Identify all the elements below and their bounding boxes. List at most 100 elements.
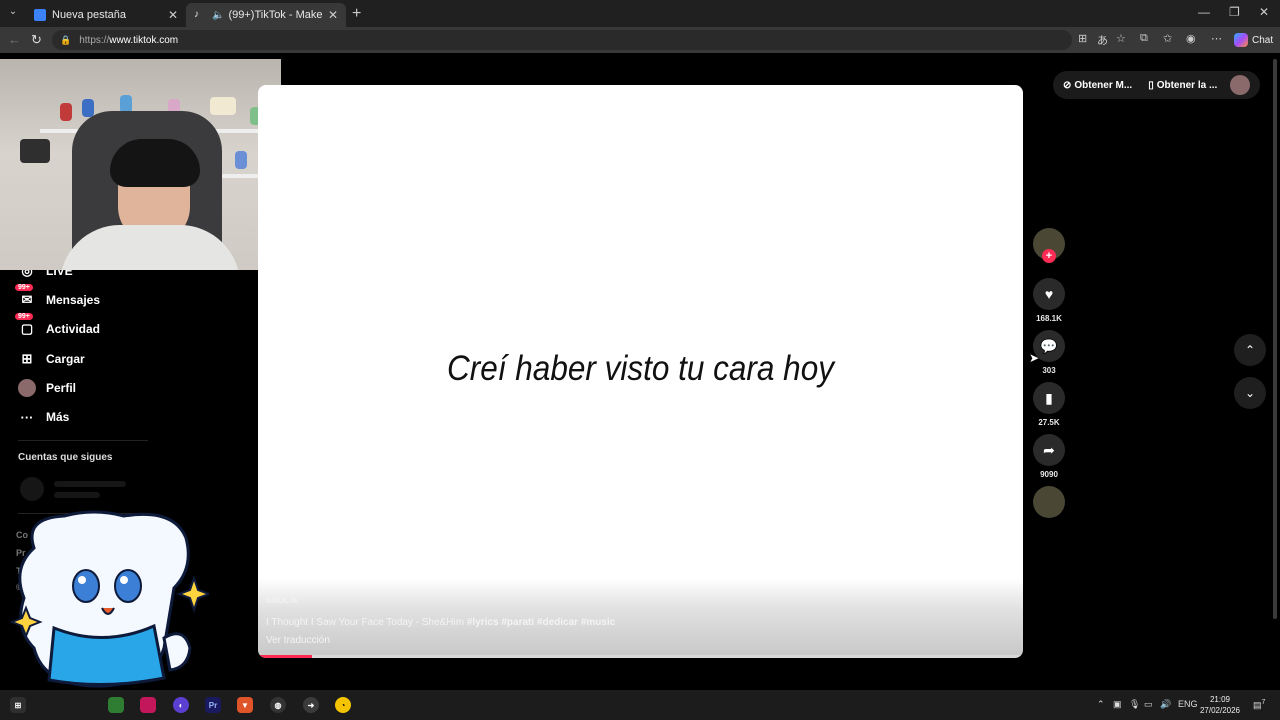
user-avatar[interactable] [1230,75,1250,95]
next-video-button[interactable]: ⌄ [1234,377,1266,409]
app-icon[interactable]: ➜ [303,697,319,713]
tab-tiktok[interactable]: ♪ 🔈 (99+)TikTok - Make Your Day ✕ [186,3,346,27]
following-skeleton-line [54,492,100,498]
activity-badge: 99+ [15,313,33,320]
browser-tab-strip: ⌄ Nueva pestaña ✕ ♪ 🔈 (99+)TikTok - Make… [0,0,1280,27]
clock[interactable]: 21:09 27/02/2026 [1198,694,1242,716]
brave-icon[interactable]: ▼ [237,697,253,713]
new-tab-button[interactable]: + [352,5,361,23]
sidebar-item-upload[interactable]: ⊞ Cargar [18,350,85,368]
phone-icon: ▯ [1148,79,1154,91]
messages-badge: 99+ [15,284,33,291]
translate-link[interactable]: Ver traducción [266,635,330,646]
sidebar-item-messages[interactable]: ✉ 99+ Mensajes [15,284,100,309]
video-player[interactable]: Creí haber visto tu cara hoy ɢᴏᴜʟ.ɴ I Th… [258,85,1023,658]
music-disc-icon [1033,486,1065,518]
url-host: www.tiktok.com [109,34,179,46]
sidebar-item-label: Cargar [46,352,85,366]
music-disc-button[interactable] [1033,486,1065,518]
clock-time: 21:09 [1209,695,1231,704]
page-scrollbar[interactable] [1273,59,1277,619]
discord-icon[interactable]: ◐ [173,697,189,713]
speaker-icon[interactable]: 🔈 [212,10,224,21]
streamer-webcam-overlay [0,59,281,270]
following-heading: Cuentas que sigues [18,452,113,463]
clock-date: 27/02/2026 [1199,706,1241,715]
following-skeleton-line [54,481,126,487]
video-progress-bar[interactable] [258,655,1023,658]
comment-count: 303 [1042,366,1056,375]
reload-icon[interactable]: ↻ [31,32,42,48]
mascot-overlay [9,510,209,688]
video-progress-fill [258,655,312,658]
figure [60,103,72,121]
save-button[interactable]: ▮ 27.5K [1033,382,1065,427]
minimize-icon[interactable]: — [1198,5,1210,19]
language-indicator[interactable]: ENG [1178,699,1198,709]
tray-app-icon[interactable]: ▣ [1113,699,1122,710]
notifications-icon[interactable]: ▤7 [1253,699,1265,711]
copilot-icon [1234,33,1248,47]
address-bar-row: ← ↻ 🔒 https:// www.tiktok.com ⊞ あ ☆ ⧉ ✩ … [0,27,1280,53]
like-button[interactable]: ♥ 168.1K [1033,278,1065,323]
save-count: 27.5K [1038,418,1060,427]
obs-icon[interactable]: ◍ [270,697,286,713]
close-tab-icon[interactable]: ✕ [168,8,178,22]
microphone-icon[interactable]: 🎙 [1129,699,1140,710]
streamer-hair [110,139,200,187]
sidebar-item-more[interactable]: ··· Más [18,408,70,426]
figure [20,139,50,163]
close-tab-icon[interactable]: ✕ [328,8,338,22]
start-icon[interactable]: ⊞ [10,697,26,713]
favorites-icon[interactable]: ✩ [1163,32,1172,45]
windows-taskbar: ⊞ ◐ Pr ▼ ◍ ➜ ◔ ⌃ ▣ 🎙 ▭ 🔊 ENG 21:09 27/02… [0,690,1280,720]
tiktok-favicon-icon: ♪ [194,9,199,20]
video-caption-text: Creí haber visto tu cara hoy [447,349,834,388]
tab-actions-menu-icon[interactable]: ⌄ [6,6,20,20]
translate-icon[interactable]: あ [1097,32,1108,48]
video-hashtags[interactable]: #lyrics #parati #dedicar #music [467,617,615,628]
volume-icon[interactable]: 🔊 [1160,699,1171,710]
sidebar-item-activity[interactable]: ▢ 99+ Actividad [15,313,100,338]
video-author[interactable]: ɢᴏᴜʟ.ɴ [266,595,297,606]
get-app-button[interactable]: ▯ Obtener la ... [1148,80,1217,91]
notification-count: 7 [1261,699,1266,706]
network-icon[interactable]: ▭ [1144,699,1153,710]
extensions-icon[interactable]: ⧉ [1140,32,1148,45]
share-button[interactable]: ➦ 9090 [1033,434,1065,479]
app-icon[interactable] [140,697,156,713]
tab-title: Nueva pestaña [52,9,126,21]
url-scheme: https:// [79,34,110,46]
video-description: I Thought I Saw Your Face Today - She&Hi… [266,617,615,628]
premiere-icon[interactable]: Pr [205,697,221,713]
share-icon: ➦ [1033,434,1065,466]
messages-icon: ✉ 99+ [15,284,36,309]
favorite-star-icon[interactable]: ☆ [1116,32,1126,45]
restore-icon[interactable]: ❐ [1229,5,1240,19]
bookmark-icon: ▮ [1033,382,1065,414]
get-coins-button[interactable]: ⊘ Obtener M... [1063,80,1132,91]
sidebar-item-profile[interactable]: Perfil [18,379,76,397]
divider [18,440,148,441]
back-icon[interactable]: ← [8,32,21,47]
url-field[interactable]: 🔒 https:// www.tiktok.com [52,30,1072,50]
app-icon[interactable] [108,697,124,713]
browser-favicon-icon [34,9,46,21]
browser-profile-icon[interactable]: ◉ [1186,32,1196,45]
follow-plus-icon[interactable]: + [1042,249,1056,263]
share-count: 9090 [1040,470,1058,479]
tray-overflow-icon[interactable]: ⌃ [1097,699,1105,710]
settings-more-icon[interactable]: ⋯ [1211,32,1222,45]
close-window-icon[interactable]: ✕ [1259,5,1269,19]
split-screen-icon[interactable]: ⊞ [1078,32,1087,45]
upload-icon: ⊞ [21,351,33,366]
copilot-chat-button[interactable]: Chat [1234,33,1273,47]
get-coins-label: Obtener M... [1074,79,1133,91]
previous-video-button[interactable]: ⌃ [1234,334,1266,366]
app-icon[interactable]: ◔ [335,697,351,713]
figure [82,99,94,117]
video-description-text: I Thought I Saw Your Face Today - She&Hi… [266,617,467,628]
tab-new-tab[interactable]: Nueva pestaña ✕ [26,3,186,27]
creator-avatar-button[interactable]: + [1033,228,1065,263]
lock-icon: 🔒 [60,34,72,45]
